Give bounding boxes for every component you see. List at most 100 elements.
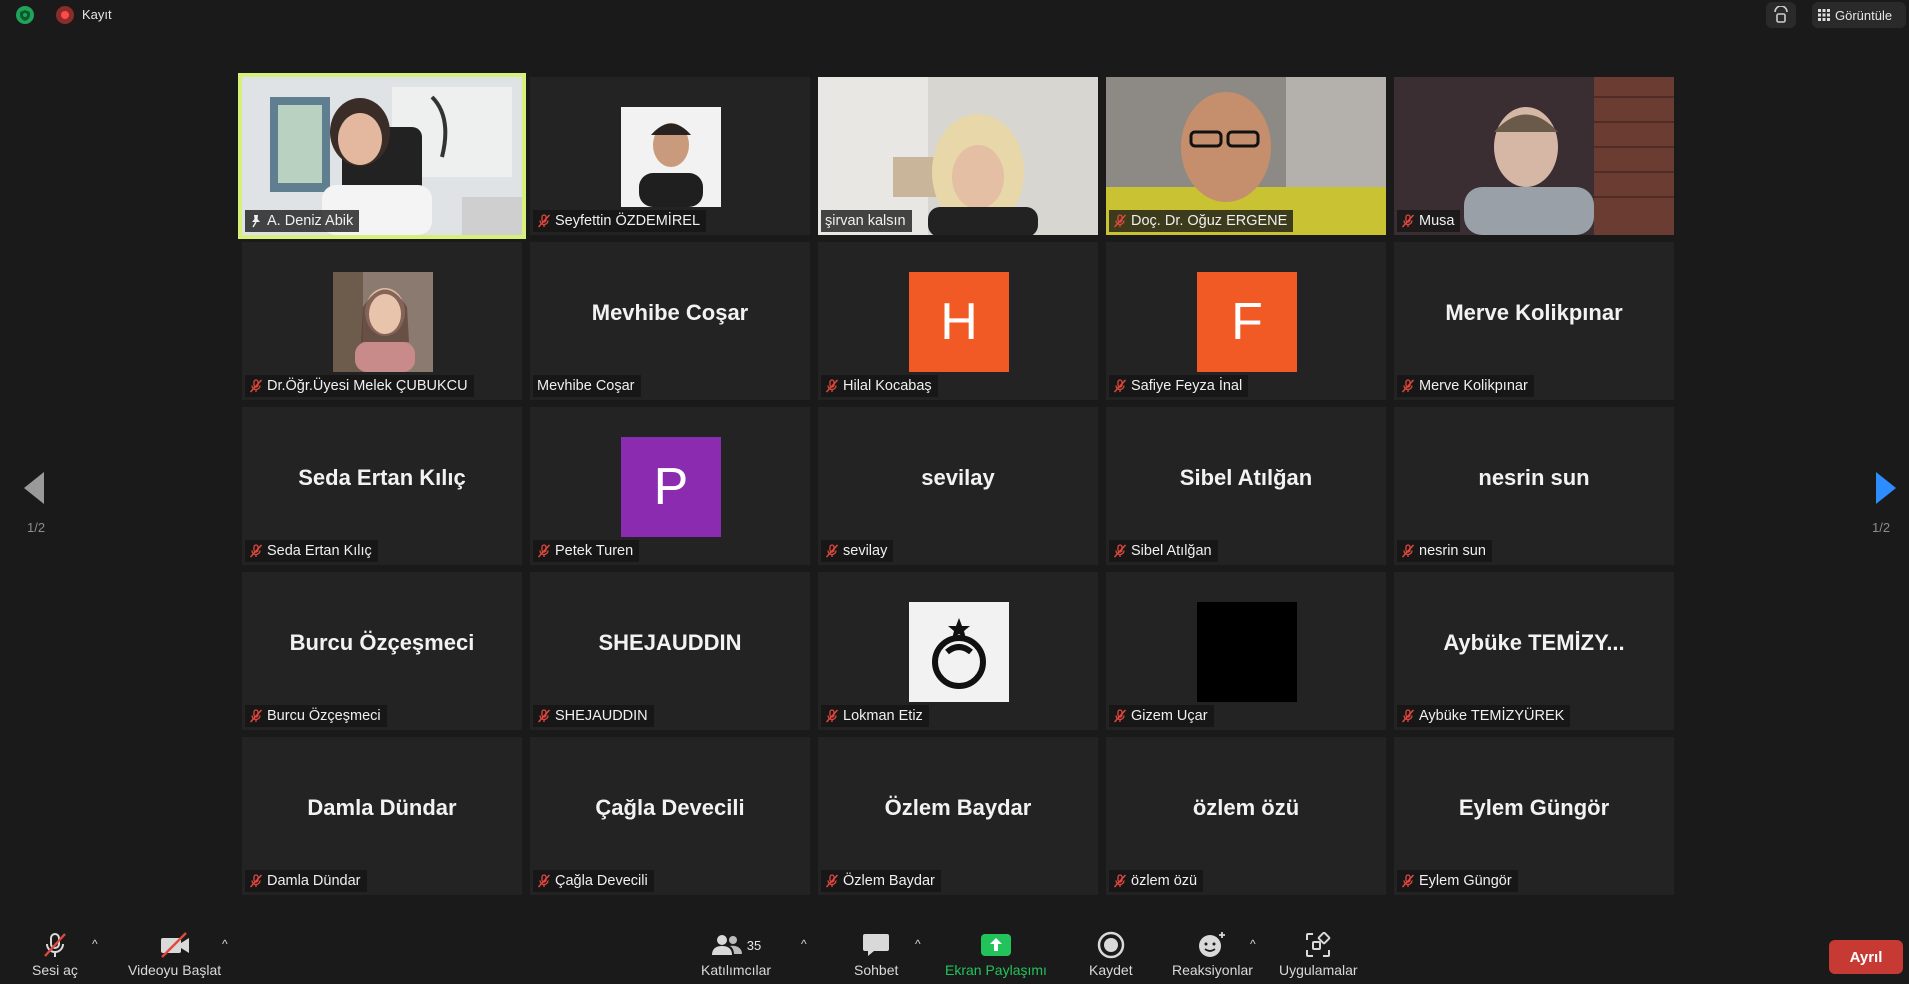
- participant-name: sevilay: [843, 543, 888, 559]
- participant-tile[interactable]: Damla Dündar Damla Dündar: [242, 737, 522, 895]
- security-shield-icon[interactable]: [16, 6, 34, 24]
- participant-tile[interactable]: SHEJAUDDIN SHEJAUDDIN: [530, 572, 810, 730]
- previous-page-arrow-icon[interactable]: [20, 470, 50, 506]
- participant-tile[interactable]: Gizem Uçar: [1106, 572, 1386, 730]
- view-button[interactable]: Görüntüle: [1812, 2, 1906, 28]
- participant-name-bar: Doç. Dr. Oğuz ERGENE: [1109, 210, 1294, 232]
- recording-icon[interactable]: [56, 6, 74, 24]
- participant-name: Hilal Kocabaş: [843, 378, 932, 394]
- participant-tile[interactable]: Merve Kolikpınar Merve Kolikpınar: [1394, 242, 1674, 400]
- apps-icon: [1306, 932, 1331, 957]
- participant-name: SHEJAUDDIN: [555, 708, 648, 724]
- frame-icon: [1774, 6, 1788, 23]
- reactions-label: Reaksiyonlar: [1172, 962, 1253, 978]
- next-page-arrow-icon[interactable]: [1870, 470, 1900, 506]
- participant-display-name: Özlem Baydar: [884, 795, 1032, 820]
- participant-tile[interactable]: Sibel Atılğan Sibel Atılğan: [1106, 407, 1386, 565]
- participant-name: Gizem Uçar: [1131, 708, 1208, 724]
- page-indicator-left: 1/2: [27, 520, 46, 535]
- participant-tile[interactable]: F Safiye Feyza İnal: [1106, 242, 1386, 400]
- participant-display-name: Aybüke TEMİZY...: [1443, 630, 1625, 655]
- participant-name: Eylem Güngör: [1419, 873, 1512, 889]
- meeting-toolbar: Sesi aç ^ Videoyu Başlat ^ 35 Katılımcıl…: [0, 920, 1909, 984]
- participant-name: Seyfettin ÖZDEMİREL: [555, 213, 701, 229]
- participant-name-bar: Sibel Atılğan: [1109, 540, 1218, 562]
- participants-button[interactable]: 35 Katılımcılar: [701, 928, 771, 978]
- leave-button[interactable]: Ayrıl: [1829, 940, 1903, 974]
- video-off-icon: [160, 932, 189, 958]
- participant-name: Çağla Devecili: [555, 873, 648, 889]
- avatar-letter: F: [1197, 272, 1297, 372]
- start-video-button[interactable]: Videoyu Başlat: [128, 928, 221, 978]
- participant-tile[interactable]: A. Deniz Abik: [238, 73, 526, 239]
- participant-tile[interactable]: Seyfettin ÖZDEMİREL: [530, 77, 810, 235]
- participant-name-bar: Mevhibe Coşar: [533, 375, 641, 397]
- mic-muted-icon: [1113, 709, 1127, 723]
- mic-muted-icon: [1401, 709, 1415, 723]
- participant-tile[interactable]: H Hilal Kocabaş: [818, 242, 1098, 400]
- participant-name-bar: Petek Turen: [533, 540, 640, 562]
- participant-tile[interactable]: Seda Ertan Kılıç Seda Ertan Kılıç: [242, 407, 522, 565]
- apps-button[interactable]: Uygulamalar: [1279, 928, 1358, 978]
- participant-tile[interactable]: Çağla Devecili Çağla Devecili: [530, 737, 810, 895]
- participant-tile[interactable]: nesrin sun nesrin sun: [1394, 407, 1674, 565]
- participant-tile[interactable]: Mevhibe Coşar Mevhibe Coşar: [530, 242, 810, 400]
- mic-muted-icon: [249, 874, 263, 888]
- participant-name: Safiye Feyza İnal: [1131, 378, 1243, 394]
- participant-tile[interactable]: özlem özü özlem özü: [1106, 737, 1386, 895]
- participant-name-bar: Özlem Baydar: [821, 870, 941, 892]
- mic-muted-icon: [537, 214, 551, 228]
- participant-tile[interactable]: Özlem Baydar Özlem Baydar: [818, 737, 1098, 895]
- participant-name-bar: Lokman Etiz: [821, 705, 929, 727]
- immersive-view-button[interactable]: [1766, 2, 1796, 28]
- participant-name-bar: Hilal Kocabaş: [821, 375, 938, 397]
- mic-muted-icon: [1113, 544, 1127, 558]
- participant-tile[interactable]: Doç. Dr. Oğuz ERGENE: [1106, 77, 1386, 235]
- participant-tile[interactable]: Eylem Güngör Eylem Güngör: [1394, 737, 1674, 895]
- participant-tile[interactable]: Lokman Etiz: [818, 572, 1098, 730]
- participant-display-name: sevilay: [921, 465, 995, 490]
- participant-display-name: Damla Dündar: [307, 795, 457, 820]
- record-button[interactable]: Kaydet: [1089, 928, 1133, 978]
- mic-muted-icon: [1401, 874, 1415, 888]
- participant-name: Musa: [1419, 213, 1455, 229]
- mic-muted-icon: [1113, 379, 1127, 393]
- chat-chevron-up-icon[interactable]: ^: [915, 937, 921, 951]
- audio-options-chevron-up-icon[interactable]: ^: [92, 937, 98, 951]
- participant-display-name: Mevhibe Coşar: [591, 300, 749, 325]
- participant-name-bar: Gizem Uçar: [1109, 705, 1214, 727]
- video-options-chevron-up-icon[interactable]: ^: [222, 937, 228, 951]
- avatar-letter: P: [621, 437, 721, 537]
- avatar-letter: H: [909, 272, 1009, 372]
- unmute-label: Sesi aç: [32, 962, 78, 978]
- reactions-chevron-up-icon[interactable]: ^: [1250, 937, 1256, 951]
- participant-tile[interactable]: Burcu Özçeşmeci Burcu Özçeşmeci: [242, 572, 522, 730]
- view-label: Görüntüle: [1835, 7, 1893, 23]
- reactions-button[interactable]: Reaksiyonlar: [1172, 928, 1253, 978]
- unmute-button[interactable]: Sesi aç: [32, 928, 78, 978]
- recording-label: Kayıt: [82, 7, 112, 22]
- participant-tile[interactable]: Dr.Öğr.Üyesi Melek ÇUBUKCU: [242, 242, 522, 400]
- participant-tile[interactable]: Musa: [1394, 77, 1674, 235]
- participant-name: Merve Kolikpınar: [1419, 378, 1528, 394]
- participants-chevron-up-icon[interactable]: ^: [801, 937, 807, 951]
- share-screen-button[interactable]: Ekran Paylaşımı: [945, 928, 1047, 978]
- participant-display-name: Seda Ertan Kılıç: [298, 465, 466, 490]
- participant-tile[interactable]: Aybüke TEMİZY... Aybüke TEMİZYÜREK: [1394, 572, 1674, 730]
- mic-muted-icon: [1401, 214, 1415, 228]
- top-bar: Kayıt Görüntüle: [0, 0, 1909, 30]
- profile-photo: [1197, 602, 1297, 702]
- participant-tile[interactable]: P Petek Turen: [530, 407, 810, 565]
- participant-display-name: özlem özü: [1192, 795, 1300, 820]
- profile-photo: [333, 272, 433, 372]
- participant-display-name: Sibel Atılğan: [1179, 465, 1313, 490]
- participant-tile[interactable]: şirvan kalsın: [818, 77, 1098, 235]
- participant-name: Doç. Dr. Oğuz ERGENE: [1131, 213, 1288, 229]
- participant-name-bar: Burcu Özçeşmeci: [245, 705, 387, 727]
- mic-muted-icon: [249, 379, 263, 393]
- chat-button[interactable]: Sohbet: [854, 928, 898, 978]
- participant-name-bar: sevilay: [821, 540, 894, 562]
- participant-tile[interactable]: sevilay sevilay: [818, 407, 1098, 565]
- participant-display-name: Eylem Güngör: [1458, 795, 1610, 820]
- participant-name-bar: nesrin sun: [1397, 540, 1492, 562]
